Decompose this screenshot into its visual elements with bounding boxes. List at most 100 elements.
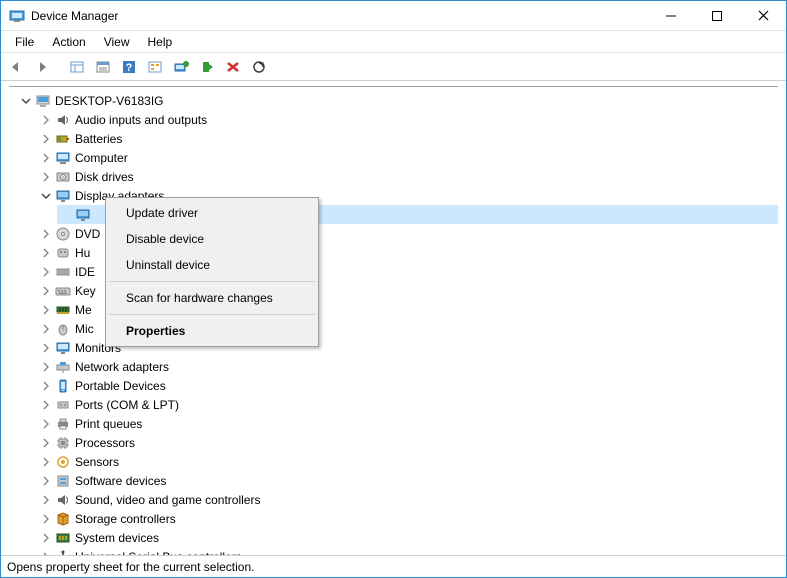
chevron-right-icon[interactable] [39, 493, 53, 507]
context-menu: Update driverDisable deviceUninstall dev… [105, 197, 319, 347]
tree-item-label: Sound, video and game controllers [75, 493, 260, 507]
tree-item[interactable]: Network adapters [37, 357, 778, 376]
tree-item-label: System devices [75, 531, 159, 545]
tree-item-label: Batteries [75, 132, 122, 146]
tree-item[interactable]: Sensors [37, 452, 778, 471]
chevron-right-icon[interactable] [39, 550, 53, 556]
monitor-icon [55, 340, 71, 356]
chevron-right-icon[interactable] [39, 151, 53, 165]
menu-action[interactable]: Action [44, 33, 93, 51]
tree-item[interactable]: Portable Devices [37, 376, 778, 395]
tree-item-label: Print queues [75, 417, 142, 431]
chevron-right-icon[interactable] [39, 360, 53, 374]
tree-item-label: Software devices [75, 474, 166, 488]
tree-item[interactable]: Disk drives [37, 167, 778, 186]
display-icon [55, 188, 71, 204]
tree-item[interactable]: Ports (COM & LPT) [37, 395, 778, 414]
enable-button[interactable] [195, 56, 219, 78]
devices-by-type-button[interactable] [143, 56, 167, 78]
tree-item-label: Computer [75, 151, 128, 165]
tree-item[interactable]: Storage controllers [37, 509, 778, 528]
tree-item[interactable]: Universal Serial Bus controllers [37, 547, 778, 555]
close-button[interactable] [740, 1, 786, 30]
context-menu-separator [109, 281, 315, 282]
context-menu-item[interactable]: Scan for hardware changes [108, 285, 316, 311]
tree-spacer [59, 208, 73, 222]
menu-view[interactable]: View [96, 33, 138, 51]
portable-icon [55, 378, 71, 394]
tree-item[interactable]: Processors [37, 433, 778, 452]
tree-root[interactable]: DESKTOP-V6183IG [17, 91, 778, 110]
dvd-icon [55, 226, 71, 242]
titlebar: Device Manager [1, 1, 786, 31]
tree-item[interactable]: Software devices [37, 471, 778, 490]
chevron-right-icon[interactable] [39, 474, 53, 488]
chevron-down-icon[interactable] [19, 94, 33, 108]
ide-icon [55, 264, 71, 280]
chevron-right-icon[interactable] [39, 531, 53, 545]
chevron-right-icon[interactable] [39, 265, 53, 279]
tree-item[interactable]: Sound, video and game controllers [37, 490, 778, 509]
chevron-right-icon[interactable] [39, 227, 53, 241]
tree-item-label: Processors [75, 436, 135, 450]
tree-item-label: Hu [75, 246, 90, 260]
usb-icon [55, 549, 71, 556]
tree-item-label: Mic [75, 322, 94, 336]
forward-button[interactable] [31, 56, 55, 78]
chevron-down-icon[interactable] [39, 189, 53, 203]
chevron-right-icon[interactable] [39, 341, 53, 355]
tree-item[interactable]: Batteries [37, 129, 778, 148]
back-button[interactable] [5, 56, 29, 78]
chevron-right-icon[interactable] [39, 455, 53, 469]
help-button[interactable]: ? [117, 56, 141, 78]
menubar: File Action View Help [1, 31, 786, 53]
tree-item-label: DVD [75, 227, 100, 241]
system-icon [55, 530, 71, 546]
tree-item[interactable]: Computer [37, 148, 778, 167]
statusbar-text: Opens property sheet for the current sel… [7, 560, 254, 574]
uninstall-button[interactable] [221, 56, 245, 78]
statusbar: Opens property sheet for the current sel… [1, 555, 786, 577]
chevron-right-icon[interactable] [39, 113, 53, 127]
chevron-right-icon[interactable] [39, 417, 53, 431]
menu-file[interactable]: File [7, 33, 42, 51]
software-icon [55, 473, 71, 489]
chevron-right-icon[interactable] [39, 379, 53, 393]
scan-button[interactable] [247, 56, 271, 78]
chevron-right-icon[interactable] [39, 246, 53, 260]
context-menu-item[interactable]: Disable device [108, 226, 316, 252]
app-icon [9, 8, 25, 24]
tree-item[interactable]: Print queues [37, 414, 778, 433]
menu-help[interactable]: Help [140, 33, 181, 51]
svg-text:?: ? [126, 62, 133, 74]
port-icon [55, 397, 71, 413]
network-icon [55, 359, 71, 375]
chevron-right-icon[interactable] [39, 436, 53, 450]
context-menu-item[interactable]: Uninstall device [108, 252, 316, 278]
tree-item-label: Portable Devices [75, 379, 166, 393]
chevron-right-icon[interactable] [39, 398, 53, 412]
tree-item[interactable]: Audio inputs and outputs [37, 110, 778, 129]
minimize-button[interactable] [648, 1, 694, 30]
tree-item-label: Disk drives [75, 170, 134, 184]
tree-item-label: Me [75, 303, 92, 317]
tree-item-label: Sensors [75, 455, 119, 469]
chevron-right-icon[interactable] [39, 132, 53, 146]
audio-icon [55, 112, 71, 128]
update-driver-button[interactable] [169, 56, 193, 78]
computer-icon [55, 150, 71, 166]
chevron-right-icon[interactable] [39, 170, 53, 184]
chevron-right-icon[interactable] [39, 322, 53, 336]
chevron-right-icon[interactable] [39, 303, 53, 317]
display-icon [75, 207, 91, 223]
maximize-button[interactable] [694, 1, 740, 30]
context-menu-item[interactable]: Properties [108, 318, 316, 344]
show-hidden-button[interactable] [65, 56, 89, 78]
chevron-right-icon[interactable] [39, 512, 53, 526]
chevron-right-icon[interactable] [39, 284, 53, 298]
toolbar: ? [1, 53, 786, 81]
context-menu-item[interactable]: Update driver [108, 200, 316, 226]
window-controls [648, 1, 786, 30]
properties-button[interactable] [91, 56, 115, 78]
tree-item[interactable]: System devices [37, 528, 778, 547]
